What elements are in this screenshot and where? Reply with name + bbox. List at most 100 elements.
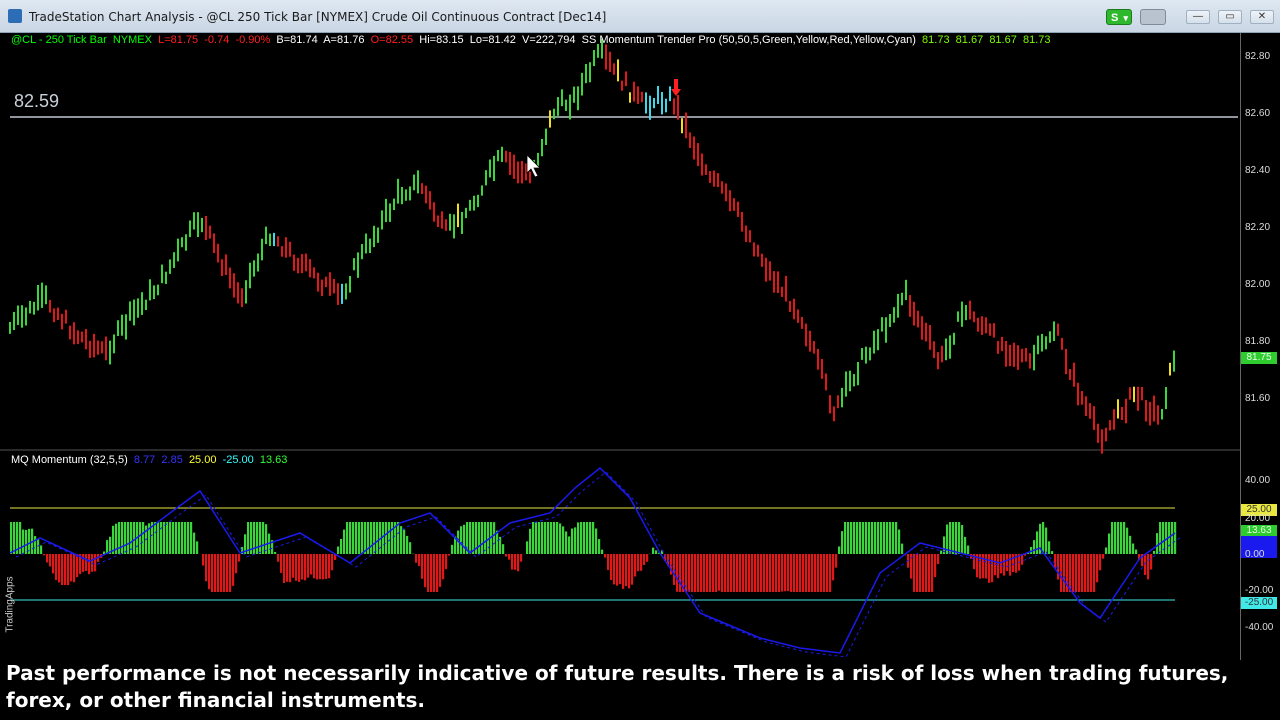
momentum-histogram-bar — [328, 554, 331, 579]
momentum-histogram-bar — [1102, 554, 1105, 559]
close-button[interactable]: ✕ — [1250, 10, 1274, 24]
momentum-histogram-bar — [1114, 522, 1117, 554]
momentum-histogram-bar — [646, 554, 649, 562]
momentum-histogram-bar — [955, 522, 958, 554]
momentum-histogram-bar — [319, 554, 322, 580]
momentum-histogram-bar — [172, 522, 175, 554]
momentum-histogram-bar — [733, 554, 736, 592]
chart-canvas[interactable] — [0, 33, 1280, 660]
momentum-histogram-bar — [1012, 554, 1015, 573]
momentum-histogram-bar — [133, 522, 136, 554]
momentum-histogram-bar — [778, 554, 781, 592]
momentum-histogram-bar — [832, 554, 835, 581]
minimize-button[interactable]: — — [1186, 10, 1210, 24]
momentum-histogram-bar — [331, 554, 334, 571]
momentum-histogram-bar — [283, 554, 286, 583]
momentum-histogram-bar — [22, 529, 25, 554]
momentum-histogram-bar — [307, 554, 310, 578]
momentum-histogram-bar — [613, 554, 616, 585]
maximize-button[interactable]: ▭ — [1218, 10, 1242, 24]
momentum-histogram-bar — [586, 522, 589, 554]
momentum-histogram-bar — [688, 554, 691, 592]
momentum-histogram-bar — [415, 554, 418, 563]
momentum-histogram-bar — [991, 554, 994, 583]
watermark-label: TradingApps — [4, 576, 16, 633]
momentum-histogram-bar — [529, 528, 532, 554]
momentum-histogram-bar — [484, 522, 487, 554]
momentum-histogram-bar — [562, 526, 565, 554]
y-tick: 81.60 — [1245, 393, 1271, 404]
momentum-histogram-bar — [508, 554, 511, 560]
momentum-histogram-bar — [517, 554, 520, 572]
momentum-histogram-bar — [853, 522, 856, 554]
momentum-histogram-bar — [775, 554, 778, 592]
momentum-histogram-bar — [502, 544, 505, 554]
momentum-histogram-bar — [163, 522, 166, 554]
momentum-histogram-bar — [1063, 554, 1066, 592]
momentum-histogram-bar — [280, 554, 283, 573]
chart-area[interactable]: @CL - 250 Tick Bar NYMEX L=81.75 -0.74 -… — [0, 33, 1280, 660]
momentum-histogram-bar — [997, 554, 1000, 579]
momentum-histogram-bar — [1072, 554, 1075, 592]
momentum-histogram-bar — [121, 522, 124, 554]
momentum-histogram-bar — [238, 554, 241, 562]
momentum-histogram-bar — [706, 554, 709, 592]
momentum-histogram-bar — [427, 554, 430, 592]
info-field: -0.74 — [198, 34, 230, 46]
momentum-histogram-bar — [1099, 554, 1102, 571]
momentum-histogram-bar — [949, 522, 952, 554]
momentum-histogram-bar — [451, 544, 454, 554]
momentum-histogram-bar — [811, 554, 814, 592]
toolbar-toggle-button[interactable] — [1140, 9, 1166, 25]
momentum-histogram-bar — [919, 554, 922, 592]
momentum-histogram-bar — [262, 522, 265, 554]
momentum-histogram-bar — [337, 546, 340, 554]
momentum-histogram-bar — [175, 522, 178, 554]
momentum-histogram-bar — [64, 554, 67, 586]
momentum-histogram-bar — [1159, 522, 1162, 554]
momentum-histogram-bar — [679, 554, 682, 592]
momentum-histogram-bar — [796, 554, 799, 592]
momentum-histogram-bar — [358, 522, 361, 554]
momentum-histogram-bar — [40, 545, 43, 554]
momentum-histogram-bar — [43, 554, 46, 556]
info-field: 8.77 — [127, 454, 156, 466]
momentum-histogram-bar — [292, 554, 295, 578]
momentum-histogram-bar — [889, 522, 892, 554]
momentum-histogram-bar — [493, 522, 496, 554]
momentum-histogram-bar — [844, 522, 847, 554]
s-menu-button[interactable]: S — [1106, 9, 1132, 26]
price-axis[interactable]: 82.80 82.60 82.40 82.20 82.00 81.80 81.6… — [1240, 33, 1280, 660]
momentum-histogram-bar — [802, 554, 805, 592]
momentum-histogram-bar — [958, 522, 961, 554]
momentum-histogram-bar — [982, 554, 985, 579]
momentum-histogram-bar — [862, 522, 865, 554]
momentum-histogram-bar — [886, 522, 889, 554]
momentum-histogram-bar — [322, 554, 325, 580]
momentum-histogram-bar — [760, 554, 763, 592]
info-field: SS Momentum Trender Pro (50,50,5,Green,Y… — [575, 34, 916, 46]
momentum-histogram-bar — [766, 554, 769, 592]
momentum-histogram-bar — [532, 522, 535, 554]
momentum-histogram-bar — [565, 531, 568, 554]
momentum-histogram-bar — [625, 554, 628, 587]
momentum-histogram-bar — [520, 554, 523, 562]
momentum-histogram-bar — [106, 540, 109, 554]
momentum-histogram-bar — [823, 554, 826, 592]
momentum-histogram-bar — [364, 522, 367, 554]
momentum-histogram-bar — [1009, 554, 1012, 576]
window-title: TradeStation Chart Analysis - @CL 250 Ti… — [29, 10, 607, 24]
momentum-histogram-bar — [205, 554, 208, 582]
momentum-histogram-bar — [1108, 533, 1111, 554]
momentum-histogram-bar — [118, 522, 121, 554]
momentum-histogram-bar — [346, 522, 349, 554]
momentum-histogram-bar — [295, 554, 298, 581]
momentum-histogram-bar — [637, 554, 640, 572]
momentum-histogram-bar — [448, 554, 451, 556]
momentum-histogram-bar — [259, 522, 262, 554]
momentum-histogram-bar — [967, 545, 970, 554]
momentum-histogram-bar — [220, 554, 223, 592]
momentum-histogram-bar — [376, 522, 379, 554]
momentum-histogram-bar — [289, 554, 292, 583]
momentum-histogram-bar — [88, 554, 91, 575]
